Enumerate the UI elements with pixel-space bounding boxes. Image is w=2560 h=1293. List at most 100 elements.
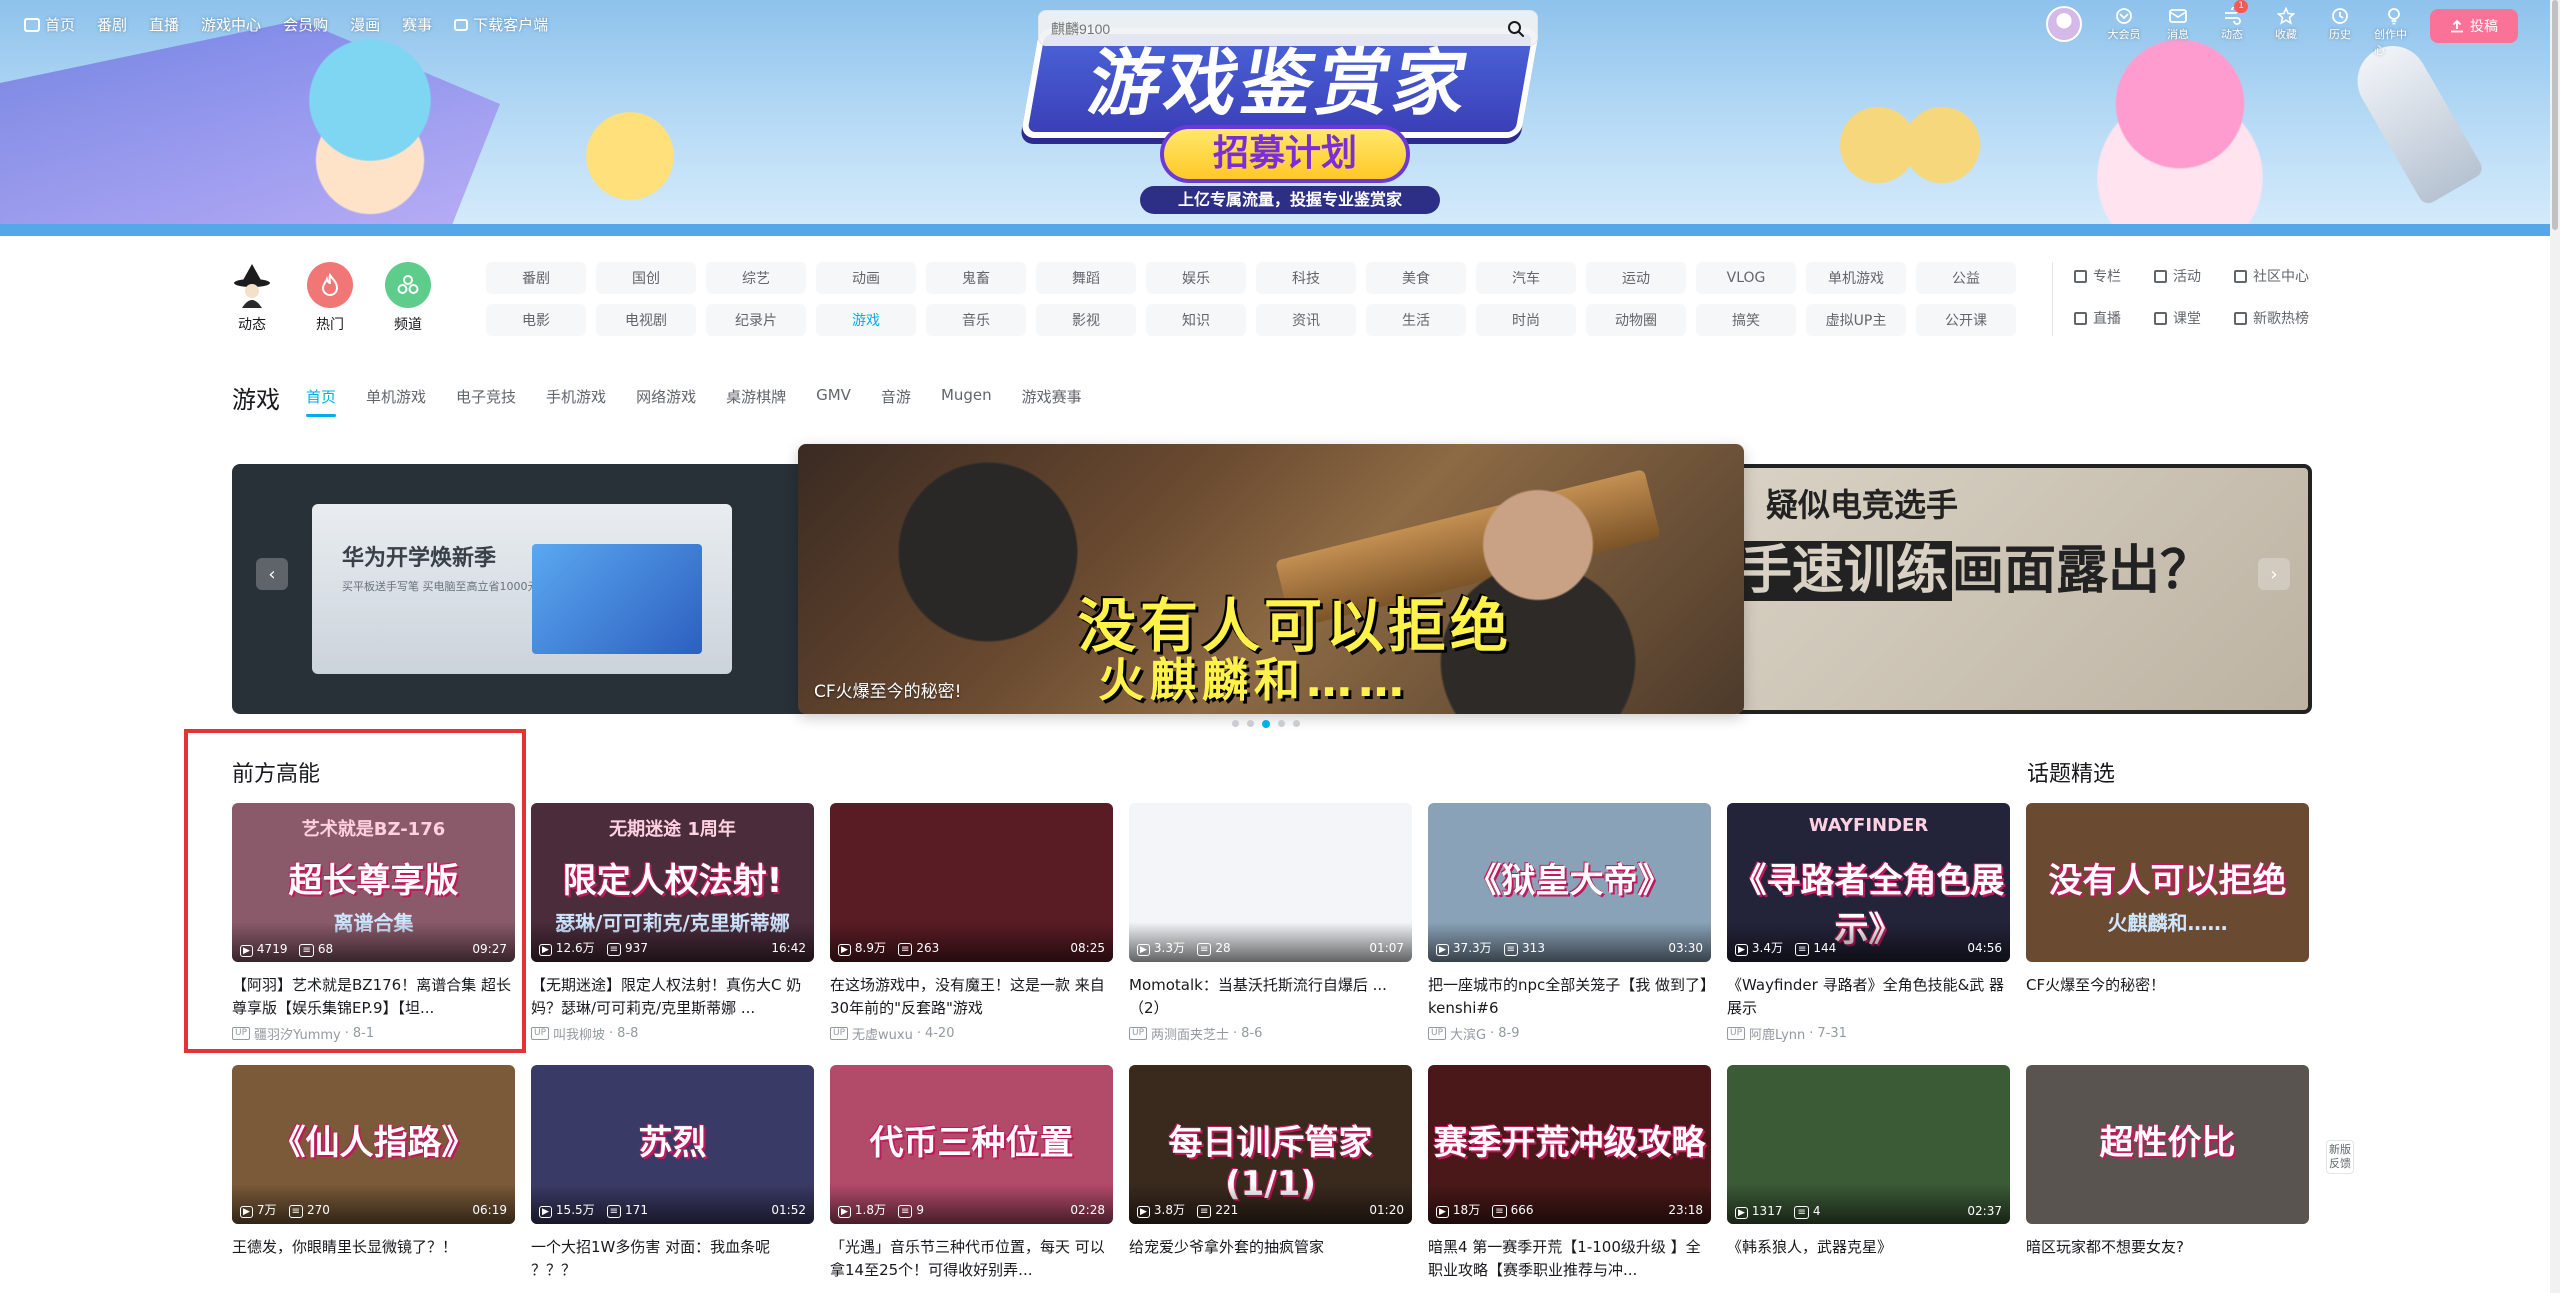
category-16[interactable]: 纪录片 xyxy=(706,304,806,336)
side-link-music-chart[interactable]: 新歌热榜 xyxy=(2234,308,2344,328)
video-card[interactable]: 《仙人指路》 7万 270 06:19 王德发，你眼睛里长显微镜了？！ xyxy=(232,1065,515,1282)
video-meta[interactable]: UP 大滨G · 8-9 xyxy=(1428,1024,1711,1043)
video-card[interactable]: 每日训斥管家(1/1)3.8万22101:20给宠爱少爷拿外套的抽疯管家 xyxy=(1129,1065,1412,1282)
side-link-activity[interactable]: 活动 xyxy=(2154,266,2234,286)
tab-1[interactable]: 单机游戏 xyxy=(366,386,426,407)
tab-0[interactable]: 首页 xyxy=(306,386,337,417)
search-input[interactable] xyxy=(1051,17,1471,41)
carousel-dot[interactable] xyxy=(1247,720,1254,727)
video-title[interactable]: 「光遇」音乐节三种代币位置，每天 可以拿14至25个！可得收好别弄... xyxy=(830,1236,1113,1282)
nav-favorites[interactable]: 收藏 xyxy=(2266,6,2306,42)
video-thumbnail[interactable]: 艺术就是BZ-176超长尊享版离谱合集47196809:27 xyxy=(232,803,515,962)
tab-6[interactable]: GMV xyxy=(816,386,851,407)
tab-3[interactable]: 手机游戏 xyxy=(546,386,606,407)
category-19[interactable]: 影视 xyxy=(1036,304,1136,336)
video-meta[interactable]: UP 阿鹿Lynn · 7-31 xyxy=(1727,1024,2010,1043)
nav-live[interactable]: 直播 xyxy=(149,14,179,35)
video-card[interactable]: 1317 4 02:37 《韩系狼人，武器克星》 xyxy=(1727,1065,2010,1282)
carousel-slide-left[interactable]: 华为开学焕新季 买平板送手写笔 买电脑至高立省1000元 xyxy=(232,464,812,714)
category-0[interactable]: 番剧 xyxy=(486,262,586,294)
category-17[interactable]: 游戏 xyxy=(816,304,916,336)
video-title[interactable]: 在这场游戏中，没有魔王！这是一款 来自30年前的"反套路"游戏 xyxy=(830,974,1113,1020)
upload-button[interactable]: 投稿 xyxy=(2430,9,2518,43)
carousel-slide-main[interactable]: 没有人可以拒绝 火麒麟和…… CF火爆至今的秘密! xyxy=(798,444,1744,714)
video-thumbnail[interactable]: 没有人可以拒绝 火麒麟和…… xyxy=(2026,803,2309,962)
channel-dynamic[interactable]: 动态 xyxy=(228,262,276,334)
category-3[interactable]: 动画 xyxy=(816,262,916,294)
category-8[interactable]: 美食 xyxy=(1366,262,1466,294)
video-thumbnail[interactable]: 8.9万 263 08:25 xyxy=(830,803,1113,962)
side-link-column[interactable]: 专栏 xyxy=(2074,266,2154,286)
video-meta[interactable]: UP 叫我柳坡 · 8-8 xyxy=(531,1024,814,1043)
video-title[interactable]: 暗黑4 第一赛季开荒【1-100级升级 】全职业攻略【赛季职业推荐与冲... xyxy=(1428,1236,1711,1282)
video-title[interactable]: 把一座城市的npc全部关笼子【我 做到了】kenshi#6 xyxy=(1428,974,1711,1020)
scrollbar[interactable] xyxy=(2550,0,2560,1293)
carousel-dot[interactable] xyxy=(1262,720,1270,728)
nav-vip[interactable]: 大会员 xyxy=(2104,6,2144,42)
category-15[interactable]: 电视剧 xyxy=(596,304,696,336)
video-thumbnail[interactable]: 《狱皇大帝》 37.3万 313 03:30 xyxy=(1428,803,1711,962)
category-21[interactable]: 资讯 xyxy=(1256,304,1356,336)
category-9[interactable]: 汽车 xyxy=(1476,262,1576,294)
category-13[interactable]: 公益 xyxy=(1916,262,2016,294)
carousel-dot[interactable] xyxy=(1293,720,1300,727)
video-title[interactable]: Momotalk：当基沃托斯流行自爆后 ...（2） xyxy=(1129,974,1412,1020)
nav-download[interactable]: 下载客户端 xyxy=(454,14,548,35)
nav-messages[interactable]: 消息 xyxy=(2158,6,2198,42)
video-card[interactable]: 代币三种位置 1.8万 9 02:28 「光遇」音乐节三种代币位置，每天 可以拿14至2… xyxy=(830,1065,1113,1282)
video-card[interactable]: 超性价比暗区玩家都不想要女友? xyxy=(2026,1065,2309,1282)
tab-4[interactable]: 网络游戏 xyxy=(636,386,696,407)
video-thumbnail[interactable]: 代币三种位置 1.8万 9 02:28 xyxy=(830,1065,1113,1224)
side-link-community[interactable]: 社区中心 xyxy=(2234,266,2344,286)
category-18[interactable]: 音乐 xyxy=(926,304,1026,336)
tab-2[interactable]: 电子竞技 xyxy=(456,386,516,407)
category-25[interactable]: 搞笑 xyxy=(1696,304,1796,336)
search-button[interactable] xyxy=(1503,16,1529,42)
category-6[interactable]: 娱乐 xyxy=(1146,262,1246,294)
video-card[interactable]: 艺术就是BZ-176超长尊享版离谱合集47196809:27 【阿羽】艺术就是BZ… xyxy=(232,803,515,1043)
scrollbar-thumb[interactable] xyxy=(2552,0,2558,230)
category-23[interactable]: 时尚 xyxy=(1476,304,1576,336)
video-thumbnail[interactable]: 每日训斥管家(1/1)3.8万22101:20 xyxy=(1129,1065,1412,1224)
feedback-button[interactable]: 新版反馈 xyxy=(2326,1140,2354,1174)
category-20[interactable]: 知识 xyxy=(1146,304,1246,336)
video-thumbnail[interactable]: 苏烈 15.5万 171 01:52 xyxy=(531,1065,814,1224)
carousel-next-button[interactable]: › xyxy=(2258,558,2290,590)
nav-esports[interactable]: 赛事 xyxy=(402,14,432,35)
video-card[interactable]: 苏烈 15.5万 171 01:52 一个大招1W多伤害 对面：我血条呢 ？？？ xyxy=(531,1065,814,1282)
nav-home[interactable]: 首页 xyxy=(24,14,75,35)
nav-history[interactable]: 历史 xyxy=(2320,6,2360,42)
carousel-slide-right[interactable]: 疑似电竞选手 手速训练画面露出？ xyxy=(1732,464,2312,714)
video-title[interactable]: CF火爆至今的秘密！ xyxy=(2026,974,2309,1020)
video-title[interactable]: 《韩系狼人，武器克星》 xyxy=(1727,1236,2010,1282)
category-12[interactable]: 单机游戏 xyxy=(1806,262,1906,294)
video-title[interactable]: 暗区玩家都不想要女友? xyxy=(2026,1236,2309,1282)
video-thumbnail[interactable]: 超性价比 xyxy=(2026,1065,2309,1224)
carousel-dot[interactable] xyxy=(1232,720,1239,727)
video-title[interactable]: 【阿羽】艺术就是BZ176！离谱合集 超长尊享版【娱乐集锦EP.9】【坦... xyxy=(232,974,515,1020)
video-thumbnail[interactable]: 3.3万 28 01:07 xyxy=(1129,803,1412,962)
nav-dynamic[interactable]: 1 动态 xyxy=(2212,0,2252,42)
nav-game-center[interactable]: 游戏中心 xyxy=(201,14,261,35)
category-2[interactable]: 综艺 xyxy=(706,262,806,294)
video-thumbnail[interactable]: 1317 4 02:37 xyxy=(1727,1065,2010,1224)
video-thumbnail[interactable]: 《仙人指路》 7万 270 06:19 xyxy=(232,1065,515,1224)
nav-anime[interactable]: 番剧 xyxy=(97,14,127,35)
category-11[interactable]: VLOG xyxy=(1696,262,1796,294)
video-meta[interactable]: UP 两测面夹芝士 · 8-6 xyxy=(1129,1024,1412,1043)
channel-hot[interactable]: 热门 xyxy=(306,262,354,334)
category-26[interactable]: 虚拟UP主 xyxy=(1806,304,1906,336)
nav-creator-center[interactable]: 创作中心 xyxy=(2374,6,2414,58)
video-thumbnail[interactable]: 赛季开荒冲级攻略 18万 666 23:18 xyxy=(1428,1065,1711,1224)
user-avatar[interactable] xyxy=(2046,6,2082,42)
carousel-dot[interactable] xyxy=(1278,720,1285,727)
category-1[interactable]: 国创 xyxy=(596,262,696,294)
video-thumbnail[interactable]: WAYFINDER《寻路者全角色展示》3.4万14404:56 xyxy=(1727,803,2010,962)
side-link-live[interactable]: 直播 xyxy=(2074,308,2154,328)
video-card[interactable]: WAYFINDER《寻路者全角色展示》3.4万14404:56《Wayfinde… xyxy=(1727,803,2010,1043)
video-title[interactable]: 【无期迷途】限定人权法射！真伤大C 奶妈？瑟琳/可可莉克/克里斯蒂娜 ... xyxy=(531,974,814,1020)
nav-mall[interactable]: 会员购 xyxy=(283,14,328,35)
video-card[interactable]: 3.3万 28 01:07 Momotalk：当基沃托斯流行自爆后 ...（2） UP两… xyxy=(1129,803,1412,1043)
video-title[interactable]: 一个大招1W多伤害 对面：我血条呢 ？？？ xyxy=(531,1236,814,1282)
category-5[interactable]: 舞蹈 xyxy=(1036,262,1136,294)
